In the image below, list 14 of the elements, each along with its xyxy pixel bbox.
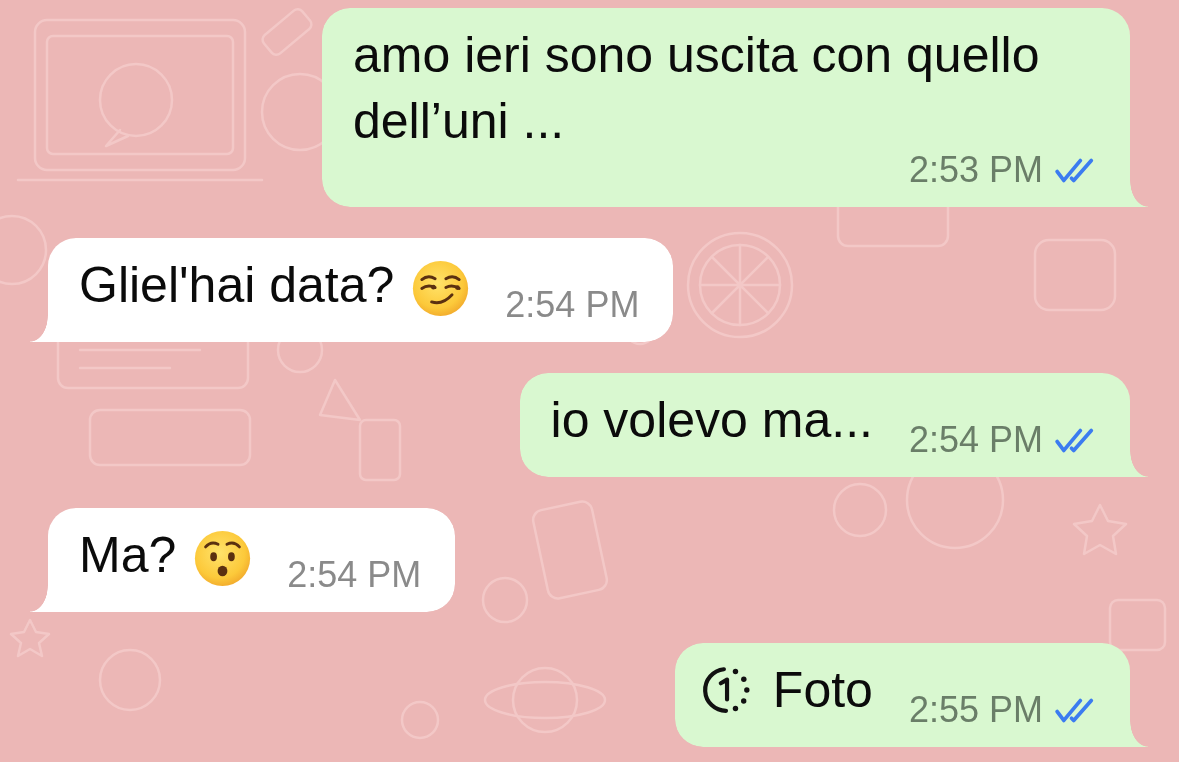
message-text: amo ieri sono uscita con quello dell’uni ... — [353, 27, 1040, 149]
view-once-message[interactable]: Foto 2:55 PM — [674, 643, 1148, 747]
message-time: 2:54 PM — [287, 555, 422, 595]
message-text: Foto — [772, 662, 873, 718]
message-text: Gliel'hai data? — [79, 257, 395, 313]
message-time: 2:54 PM — [908, 420, 1043, 460]
message-text: io volevo ma... — [550, 392, 873, 448]
smirking-face-icon — [412, 260, 470, 318]
message-text: Ma? — [79, 527, 177, 583]
view-once-icon — [700, 665, 751, 715]
message-time: 2:55 PM — [908, 690, 1043, 730]
message-time: 2:53 PM — [908, 150, 1043, 190]
message-time: 2:54 PM — [505, 285, 640, 325]
hushed-face-icon — [194, 530, 252, 588]
